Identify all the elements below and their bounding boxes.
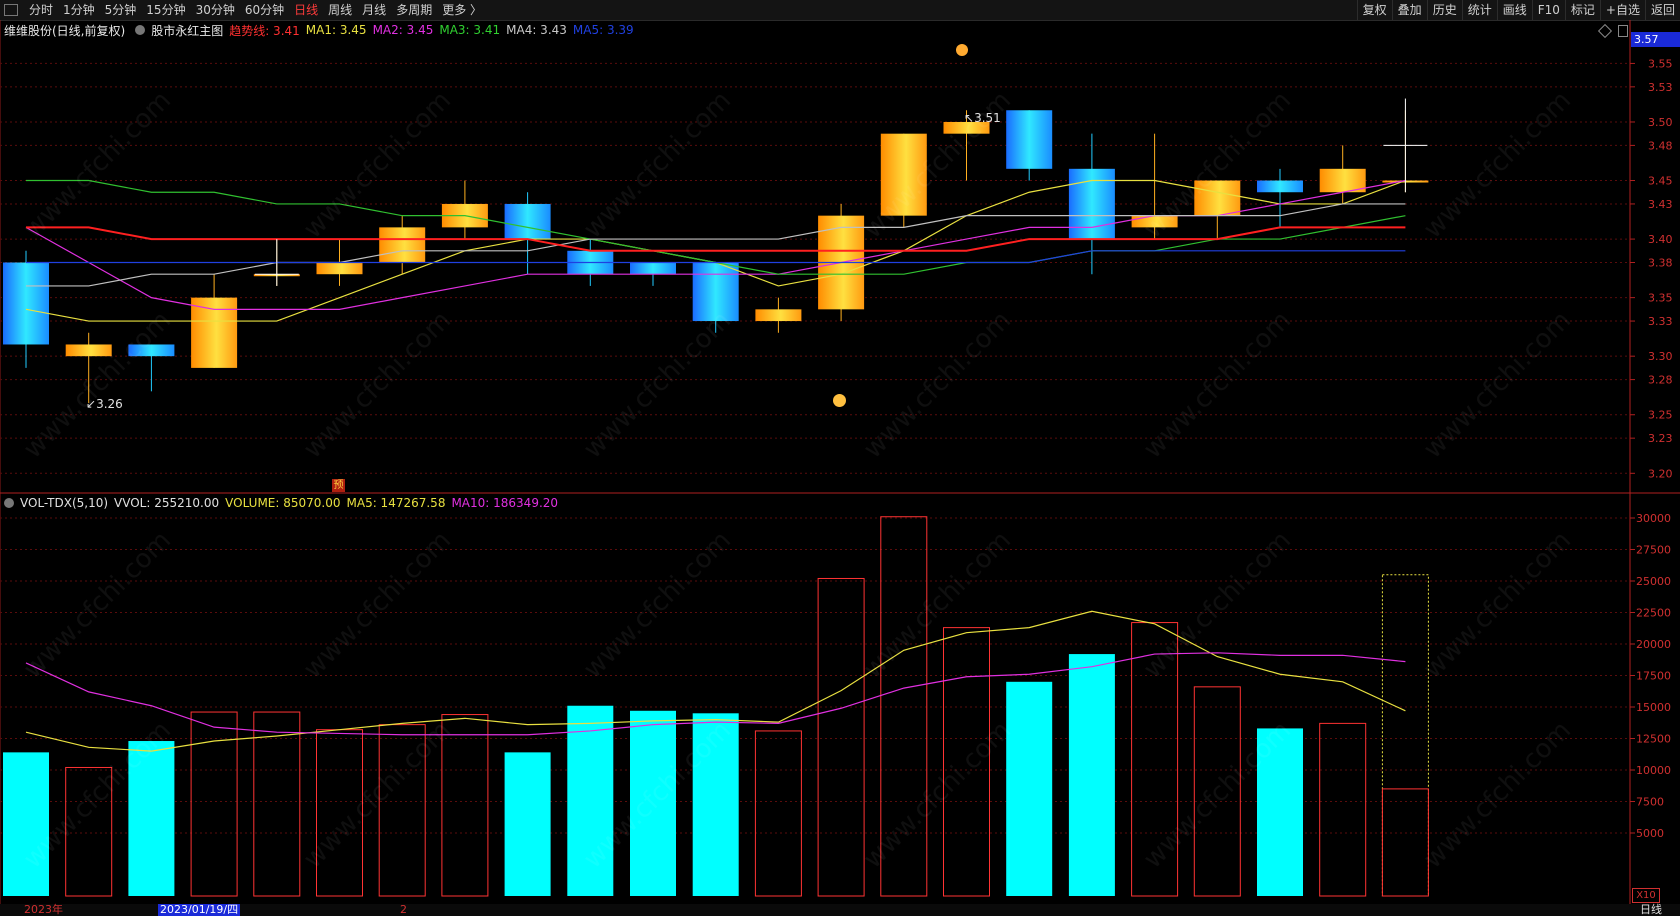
volume-bar: [880, 516, 928, 897]
ma-blue-line: [26, 250, 1406, 264]
candle-body: [128, 344, 175, 357]
volume-bar: [128, 741, 175, 896]
candle-body: [3, 262, 49, 345]
axes-layer: 3.55 3.53 3.50 3.48 3.45 3.43 3.40 3.38 3.35 3.33…: [1630, 57, 1673, 840]
vol-axis-label: 20000: [1636, 638, 1671, 651]
volume-forecast-bar: [1381, 574, 1429, 897]
volume-bar: [1319, 722, 1367, 897]
candle-body: [880, 133, 927, 216]
volume-bar: [1131, 622, 1179, 897]
vol-axis-label: 12500: [1636, 733, 1671, 746]
candle-body: [630, 262, 676, 275]
price-axis-label: 3.50: [1648, 116, 1673, 129]
vol-axis-label: 17500: [1636, 670, 1671, 683]
vol-ma10-line: [25, 652, 1406, 736]
candle-body: [1257, 180, 1303, 193]
volume-bar: [1193, 686, 1241, 897]
chart-grid: [0, 20, 1680, 904]
month-mark: 2: [400, 903, 407, 916]
vol-axis-label: 30000: [1636, 512, 1671, 525]
candles-layer: [3, 110, 1429, 404]
candle-body: [1194, 180, 1241, 216]
vol-axis-label: 25000: [1636, 575, 1671, 588]
price-axis-label: 3.33: [1648, 315, 1673, 328]
low-value: 3.26: [96, 397, 123, 411]
price-axis-label: 3.35: [1648, 292, 1673, 305]
volume-bar: [1257, 728, 1303, 896]
year-label: 2023年: [24, 903, 63, 916]
price-axis-label: 3.30: [1648, 350, 1673, 363]
candle-body: [191, 297, 238, 368]
volume-bar: [316, 729, 363, 897]
volume-bar: [441, 714, 489, 897]
volume-bar: [65, 766, 113, 897]
candle-body: [504, 203, 551, 240]
volume-bar: [1006, 681, 1053, 896]
volume-unit: X10: [1632, 888, 1660, 903]
candle-body: [1131, 215, 1178, 228]
vol-axis-label: 15000: [1636, 701, 1671, 714]
price-axis-label: 3.55: [1648, 57, 1673, 70]
volume-bar: [378, 724, 426, 897]
event-bubble-icon[interactable]: [956, 44, 968, 56]
high-annotation: ↖3.51: [964, 111, 1001, 125]
volume-bar: [3, 752, 49, 896]
volume-bar: [817, 577, 865, 897]
candle-body: [692, 262, 739, 322]
high-value: 3.51: [974, 111, 1001, 125]
price-axis-label: 3.45: [1648, 175, 1673, 188]
vol-axis-label: 10000: [1636, 764, 1671, 777]
volume-bar: [253, 711, 301, 897]
current-price-tag: 3.57: [1631, 32, 1680, 47]
vol-axis-label: 27500: [1636, 544, 1671, 557]
volume-bar: [1381, 788, 1429, 897]
candle-body: [755, 309, 802, 322]
candle-body: [316, 262, 363, 275]
vol-axis-label: 7500: [1636, 796, 1664, 809]
price-axis-label: 3.40: [1648, 233, 1673, 246]
price-axis-label: 3.38: [1648, 257, 1673, 270]
period-label: 日线: [1640, 903, 1662, 916]
vol-axis-label: 22500: [1636, 607, 1671, 620]
volume-bar: [567, 705, 614, 896]
volume-bar: [504, 752, 551, 896]
vol-axis-label: 5000: [1636, 827, 1664, 840]
panel-toggle-icon[interactable]: [1618, 25, 1628, 37]
kline-chart[interactable]: 3.55 3.53 3.50 3.48 3.45 3.43 3.40 3.38 3.35 3.33…: [0, 0, 1680, 916]
candle-body: [379, 227, 426, 263]
volume-bars-layer: [3, 516, 1429, 897]
candle-body: [1006, 110, 1053, 169]
volume-bar: [943, 627, 990, 897]
volume-bar: [692, 713, 739, 896]
candle-body: [65, 344, 112, 357]
volume-bar: [1068, 654, 1115, 896]
low-annotation: ↙3.26: [86, 397, 123, 411]
price-axis-label: 3.23: [1648, 432, 1673, 445]
volume-bar: [754, 730, 802, 897]
volume-bar: [630, 710, 676, 896]
price-axis-label: 3.43: [1648, 198, 1673, 211]
date-axis-bar: [0, 904, 1680, 916]
price-axis-label: 3.53: [1648, 81, 1673, 94]
forecast-marker[interactable]: 预: [332, 479, 345, 492]
price-axis-label: 3.48: [1648, 139, 1673, 152]
candle-body: [1068, 168, 1115, 240]
money-bag-icon[interactable]: [833, 394, 846, 407]
price-axis-label: 3.20: [1648, 467, 1673, 480]
price-axis-label: 3.28: [1648, 374, 1673, 387]
cursor-date: 2023/01/19/四: [158, 903, 241, 916]
price-axis-label: 3.25: [1648, 409, 1673, 422]
